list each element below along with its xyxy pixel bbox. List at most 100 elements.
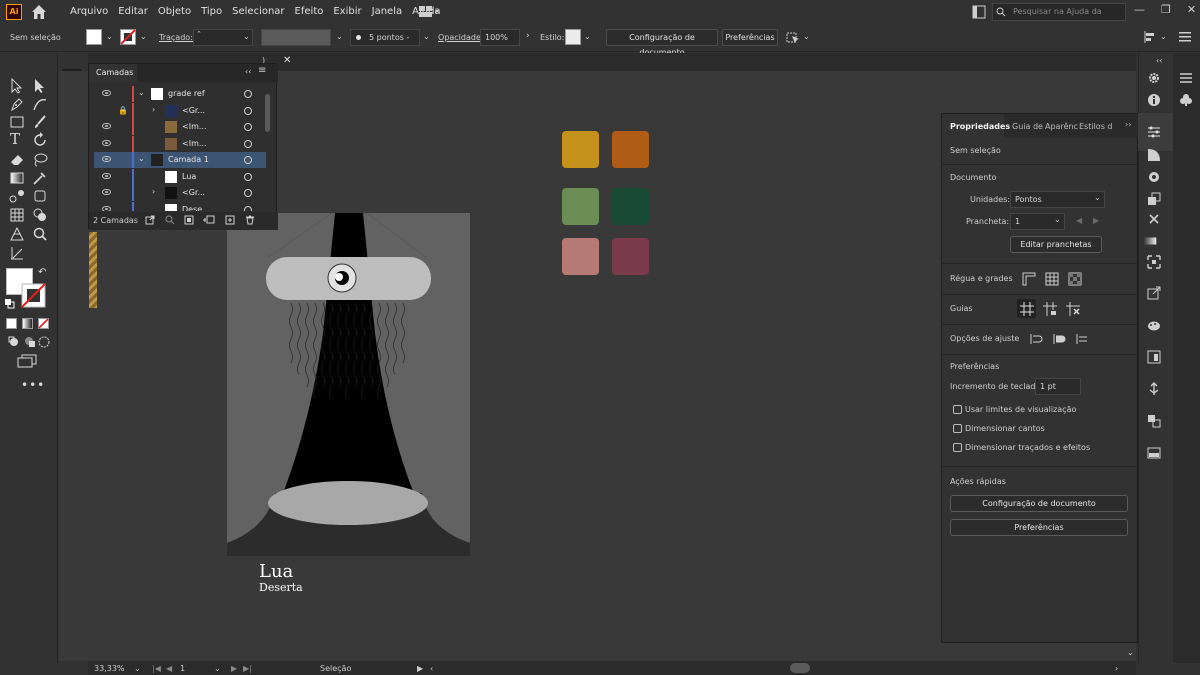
scale-corners-checkbox[interactable] <box>953 424 962 433</box>
collapse-strip-icon[interactable]: ‹‹ <box>1156 56 1162 65</box>
help-search-input[interactable]: Pesquisar na Ajuda da Adobe <box>992 3 1126 32</box>
layers-menu-icon[interactable]: ≡ <box>258 65 266 76</box>
symbols-panel-icon[interactable] <box>1147 382 1161 396</box>
snap-to-point-icon[interactable] <box>1029 332 1043 346</box>
visibility-eye-icon[interactable] <box>102 156 111 162</box>
layer-name[interactable]: <Gr... <box>182 106 205 115</box>
visibility-eye-icon[interactable] <box>102 172 111 179</box>
keyboard-increment-field[interactable]: 1 pt <box>1035 378 1081 395</box>
new-sublayer-icon[interactable] <box>203 215 215 225</box>
snap-to-pixel-icon[interactable] <box>1052 332 1066 346</box>
gradient-panel-icon[interactable] <box>1147 148 1161 162</box>
expand-group-icon[interactable]: › <box>152 187 155 196</box>
layer-name[interactable]: Camada 1 <box>168 155 209 164</box>
layer-target-icon[interactable] <box>244 139 252 148</box>
preview-bounds-checkbox[interactable] <box>953 405 962 414</box>
export-panel-icon[interactable] <box>1147 286 1161 300</box>
layer-name[interactable]: <Im... <box>182 139 206 148</box>
visibility-eye-icon[interactable] <box>102 90 111 96</box>
gradient-mode-icon[interactable] <box>22 318 33 329</box>
layer-row[interactable]: 🔒 › <Gr... <box>94 102 266 119</box>
fill-dropdown-icon[interactable]: ⌄ <box>106 32 113 41</box>
transparency-panel-icon[interactable] <box>1143 234 1157 248</box>
rulers-icon[interactable] <box>1022 272 1036 286</box>
edit-toolbar-icon[interactable]: ••• <box>21 378 45 392</box>
align-icon[interactable] <box>1143 30 1157 44</box>
h-scroll-right-icon[interactable]: › <box>1115 664 1118 673</box>
next-artboard-icon[interactable]: ▶ <box>1093 216 1099 225</box>
artboard-number-dropdown-icon[interactable]: ⌄ <box>214 664 221 673</box>
visibility-eye-icon[interactable] <box>102 123 111 129</box>
layer-target-icon[interactable] <box>244 189 252 197</box>
paintbrush-tool-icon[interactable] <box>32 114 48 130</box>
lock-guides-icon[interactable] <box>1043 302 1057 316</box>
horizontal-scrollbar-thumb[interactable] <box>790 663 810 673</box>
visibility-eye-icon[interactable] <box>102 205 111 211</box>
color-swatch[interactable] <box>562 188 599 225</box>
color-swatch[interactable] <box>612 131 649 168</box>
brush-dropdown-icon[interactable]: ⌄ <box>423 32 430 41</box>
lasso-tool-icon[interactable] <box>32 151 48 167</box>
lock-icon[interactable]: 🔒 <box>118 106 128 115</box>
next-artboard-nav-icon[interactable]: ▶ <box>231 664 237 673</box>
type-tool-icon[interactable]: T <box>10 131 26 147</box>
close-window-button[interactable]: ✕ <box>1187 3 1196 16</box>
layers-scrollbar[interactable] <box>265 94 270 132</box>
scale-strokes-checkbox[interactable] <box>953 443 962 452</box>
pathfinder-panel-icon[interactable] <box>1147 255 1161 269</box>
draw-inside-icon[interactable] <box>38 336 50 348</box>
panel-scroll-down-icon[interactable]: ⌄ <box>1127 648 1134 657</box>
layer-name[interactable]: <Gr... <box>182 188 205 197</box>
prev-artboard-nav-icon[interactable]: ◀ <box>166 664 172 673</box>
layer-target-icon[interactable] <box>244 106 252 115</box>
opacity-label[interactable]: Opacidade: <box>438 33 484 42</box>
layer-row[interactable]: ⌄ grade ref <box>94 86 266 102</box>
layer-row[interactable]: ⌄ Camada 1 <box>94 152 266 168</box>
properties-panel-icon[interactable] <box>1147 125 1161 139</box>
locate-object-icon[interactable] <box>165 215 175 225</box>
expand-layer-icon[interactable]: ⌄ <box>138 88 145 97</box>
menu-janela[interactable]: Janela <box>372 0 402 24</box>
zoom-level[interactable]: 33,33% <box>94 664 125 673</box>
new-layer-icon[interactable] <box>225 215 235 225</box>
visibility-eye-icon[interactable] <box>102 139 111 146</box>
menu-editar[interactable]: Editar <box>118 0 148 24</box>
tab-properties[interactable]: Propriedades <box>950 122 1010 131</box>
profile-dropdown-icon[interactable]: ⌄ <box>336 32 343 41</box>
collapse-panel-icon[interactable]: ‹‹ <box>245 67 251 76</box>
artboard-number[interactable]: 1 <box>180 664 185 673</box>
first-artboard-icon[interactable]: |◀ <box>152 664 161 673</box>
layer-target-icon[interactable] <box>244 172 252 181</box>
layer-target-icon[interactable] <box>244 156 252 164</box>
status-menu-icon[interactable]: ▶ <box>417 664 423 673</box>
transform-panel-icon[interactable] <box>1147 212 1161 226</box>
menu-exibir[interactable]: Exibir <box>333 0 361 24</box>
direct-selection-tool-icon[interactable] <box>32 78 48 94</box>
color-guide-icon[interactable] <box>1147 318 1161 332</box>
screen-mode-icon[interactable] <box>17 354 37 368</box>
arrange-documents-icon[interactable] <box>786 30 800 44</box>
export-layer-icon[interactable] <box>145 215 155 225</box>
shape-builder-tool-icon[interactable] <box>32 207 48 223</box>
close-tab-icon[interactable]: ✕ <box>283 55 291 66</box>
stroke-stepper-icon[interactable]: ⌃ <box>196 30 202 38</box>
artboard-dropdown-icon[interactable]: ⌄ <box>1054 215 1061 224</box>
swap-colors-icon[interactable]: ↶ <box>38 267 46 278</box>
zoom-dropdown-icon[interactable]: ⌄ <box>134 664 141 673</box>
stroke-swatch[interactable] <box>120 29 136 45</box>
menu-arquivo[interactable]: Arquivo <box>70 0 108 24</box>
stroke-dropdown-icon[interactable]: ⌄ <box>140 32 147 41</box>
quick-preferences-button[interactable]: Preferências <box>950 519 1128 536</box>
draw-behind-icon[interactable] <box>24 336 36 348</box>
hamburger-panel-icon[interactable] <box>1179 71 1193 85</box>
edit-artboards-button[interactable]: Editar pranchetas <box>1010 236 1102 253</box>
snap-to-glyph-icon[interactable] <box>1075 332 1089 346</box>
opacity-field[interactable]: 100% <box>480 29 520 46</box>
zoom-tool-icon[interactable] <box>32 226 48 242</box>
last-artboard-icon[interactable]: ▶| <box>243 664 252 673</box>
arrange-dropdown-icon[interactable]: ⌄ <box>803 32 810 41</box>
preferences-button[interactable]: Preferências <box>722 29 778 46</box>
rotate-tool-icon[interactable] <box>32 132 48 148</box>
delete-layer-icon[interactable] <box>245 215 255 225</box>
appearance-panel-icon[interactable] <box>1147 192 1161 206</box>
